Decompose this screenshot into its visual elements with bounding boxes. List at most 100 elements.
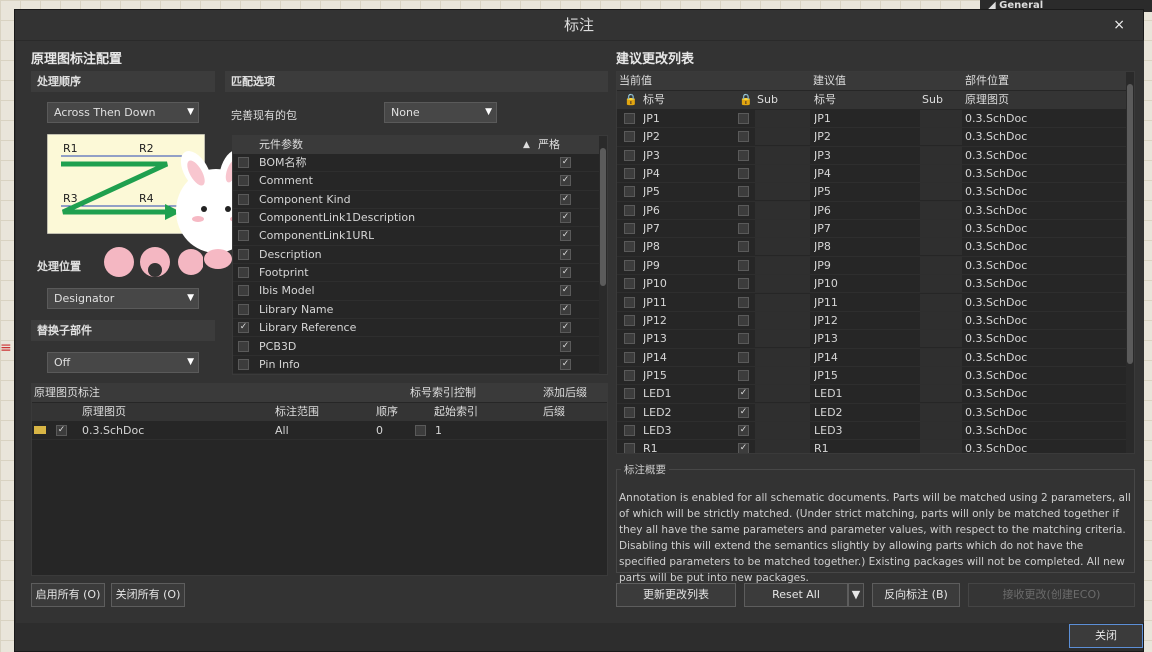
current-lock-checkbox[interactable] bbox=[624, 259, 635, 271]
close-icon[interactable]: × bbox=[1113, 10, 1125, 40]
current-lock-checkbox[interactable] bbox=[624, 351, 635, 363]
param-checkbox[interactable] bbox=[238, 267, 249, 279]
change-row[interactable]: JP11 JP11 0.3.SchDoc bbox=[617, 293, 1126, 312]
complete-dropdown[interactable]: None ▼ bbox=[384, 102, 497, 123]
disable-all-button[interactable]: 关闭所有 (O) bbox=[111, 583, 185, 607]
current-lock-checkbox[interactable] bbox=[624, 278, 635, 290]
new-lock-checkbox[interactable] bbox=[738, 406, 749, 418]
new-lock-checkbox[interactable] bbox=[738, 333, 749, 345]
new-lock-checkbox[interactable] bbox=[738, 278, 749, 290]
param-checkbox[interactable] bbox=[238, 285, 249, 297]
change-row[interactable]: R1 R1 0.3.SchDoc bbox=[617, 440, 1126, 453]
changes-scrollbar[interactable] bbox=[1126, 72, 1134, 453]
param-scrollbar[interactable] bbox=[599, 136, 607, 374]
strict-checkbox[interactable] bbox=[560, 322, 571, 334]
current-lock-checkbox[interactable] bbox=[624, 333, 635, 345]
enable-all-button[interactable]: 启用所有 (O) bbox=[31, 583, 105, 607]
strict-checkbox[interactable] bbox=[560, 157, 571, 168]
param-checkbox[interactable] bbox=[238, 303, 249, 315]
sheet-row[interactable]: 0.3.SchDoc All 0 1 bbox=[32, 422, 607, 440]
order-dropdown[interactable]: Across Then Down ▼ bbox=[47, 102, 199, 123]
current-lock-checkbox[interactable] bbox=[624, 168, 635, 180]
new-lock-checkbox[interactable] bbox=[738, 186, 749, 198]
param-checkbox[interactable] bbox=[238, 212, 249, 224]
current-lock-checkbox[interactable] bbox=[624, 113, 635, 124]
param-row[interactable]: Library Reference bbox=[233, 319, 599, 338]
sheet-scope[interactable]: All bbox=[275, 422, 289, 440]
new-lock-checkbox[interactable] bbox=[738, 113, 749, 124]
new-lock-checkbox[interactable] bbox=[738, 424, 749, 436]
param-checkbox[interactable] bbox=[238, 322, 249, 334]
current-lock-checkbox[interactable] bbox=[624, 369, 635, 381]
change-row[interactable]: JP2 JP2 0.3.SchDoc bbox=[617, 128, 1126, 147]
start-index-checkbox[interactable] bbox=[415, 425, 426, 436]
strict-checkbox[interactable] bbox=[560, 340, 571, 352]
new-lock-checkbox[interactable] bbox=[738, 314, 749, 326]
new-lock-checkbox[interactable] bbox=[738, 241, 749, 253]
param-checkbox[interactable] bbox=[238, 157, 249, 168]
location-dropdown[interactable]: Designator ▼ bbox=[47, 288, 199, 309]
current-lock-checkbox[interactable] bbox=[624, 204, 635, 216]
change-row[interactable]: JP3 JP3 0.3.SchDoc bbox=[617, 146, 1126, 166]
param-row[interactable]: ComponentLink1Description bbox=[233, 209, 599, 228]
new-lock-checkbox[interactable] bbox=[738, 443, 749, 453]
strict-checkbox[interactable] bbox=[560, 175, 571, 187]
sheet-enable-checkbox[interactable] bbox=[56, 425, 67, 436]
current-lock-checkbox[interactable] bbox=[624, 388, 635, 400]
change-row[interactable]: JP10 JP10 0.3.SchDoc bbox=[617, 275, 1126, 294]
reset-dropdown-icon[interactable]: ▼ bbox=[848, 583, 864, 607]
current-lock-checkbox[interactable] bbox=[624, 223, 635, 235]
strict-checkbox[interactable] bbox=[560, 230, 571, 242]
sheet-start-index[interactable]: 1 bbox=[435, 422, 442, 440]
new-lock-checkbox[interactable] bbox=[738, 351, 749, 363]
strict-checkbox[interactable] bbox=[560, 193, 571, 205]
param-row[interactable]: Library Name bbox=[233, 301, 599, 320]
change-row[interactable]: JP5 JP5 0.3.SchDoc bbox=[617, 183, 1126, 202]
change-row[interactable]: JP15 JP15 0.3.SchDoc bbox=[617, 366, 1126, 386]
change-row[interactable]: JP8 JP8 0.3.SchDoc bbox=[617, 238, 1126, 257]
param-row[interactable]: Component Kind bbox=[233, 191, 599, 210]
param-checkbox[interactable] bbox=[238, 193, 249, 205]
param-row[interactable]: Comment bbox=[233, 172, 599, 191]
strict-checkbox[interactable] bbox=[560, 303, 571, 315]
param-row[interactable]: Pin Info bbox=[233, 356, 599, 374]
current-lock-checkbox[interactable] bbox=[624, 131, 635, 143]
change-row[interactable]: JP7 JP7 0.3.SchDoc bbox=[617, 220, 1126, 239]
strict-checkbox[interactable] bbox=[560, 248, 571, 260]
new-lock-checkbox[interactable] bbox=[738, 369, 749, 381]
new-lock-checkbox[interactable] bbox=[738, 388, 749, 400]
back-annotate-button[interactable]: 反向标注 (B) bbox=[872, 583, 960, 607]
change-row[interactable]: JP6 JP6 0.3.SchDoc bbox=[617, 201, 1126, 221]
new-lock-checkbox[interactable] bbox=[738, 149, 749, 161]
param-checkbox[interactable] bbox=[238, 248, 249, 260]
strict-checkbox[interactable] bbox=[560, 358, 571, 370]
current-lock-checkbox[interactable] bbox=[624, 241, 635, 253]
param-checkbox[interactable] bbox=[238, 175, 249, 187]
subparts-dropdown[interactable]: Off ▼ bbox=[47, 352, 199, 373]
param-row[interactable]: BOM名称 bbox=[233, 154, 599, 173]
param-row[interactable]: ComponentLink1URL bbox=[233, 227, 599, 246]
param-checkbox[interactable] bbox=[238, 358, 249, 370]
new-lock-checkbox[interactable] bbox=[738, 168, 749, 180]
accept-changes-button[interactable]: 接收更改(创建ECO) bbox=[968, 583, 1135, 607]
change-row[interactable]: LED1 LED1 0.3.SchDoc bbox=[617, 385, 1126, 404]
current-lock-checkbox[interactable] bbox=[624, 296, 635, 308]
change-row[interactable]: LED2 LED2 0.3.SchDoc bbox=[617, 403, 1126, 422]
param-row[interactable]: Ibis Model bbox=[233, 282, 599, 301]
update-changes-button[interactable]: 更新更改列表 bbox=[616, 583, 736, 607]
param-row[interactable]: PCB3D bbox=[233, 338, 599, 356]
param-row[interactable]: Description bbox=[233, 246, 599, 265]
change-row[interactable]: JP13 JP13 0.3.SchDoc bbox=[617, 330, 1126, 349]
current-lock-checkbox[interactable] bbox=[624, 186, 635, 198]
new-lock-checkbox[interactable] bbox=[738, 204, 749, 216]
new-lock-checkbox[interactable] bbox=[738, 259, 749, 271]
change-row[interactable]: JP12 JP12 0.3.SchDoc bbox=[617, 311, 1126, 331]
strict-checkbox[interactable] bbox=[560, 212, 571, 224]
param-checkbox[interactable] bbox=[238, 340, 249, 352]
strict-checkbox[interactable] bbox=[560, 285, 571, 297]
param-row[interactable]: Footprint bbox=[233, 264, 599, 283]
new-lock-checkbox[interactable] bbox=[738, 223, 749, 235]
change-row[interactable]: JP1 JP1 0.3.SchDoc bbox=[617, 110, 1126, 129]
new-lock-checkbox[interactable] bbox=[738, 296, 749, 308]
sort-up-icon[interactable]: ▲ bbox=[523, 136, 530, 154]
